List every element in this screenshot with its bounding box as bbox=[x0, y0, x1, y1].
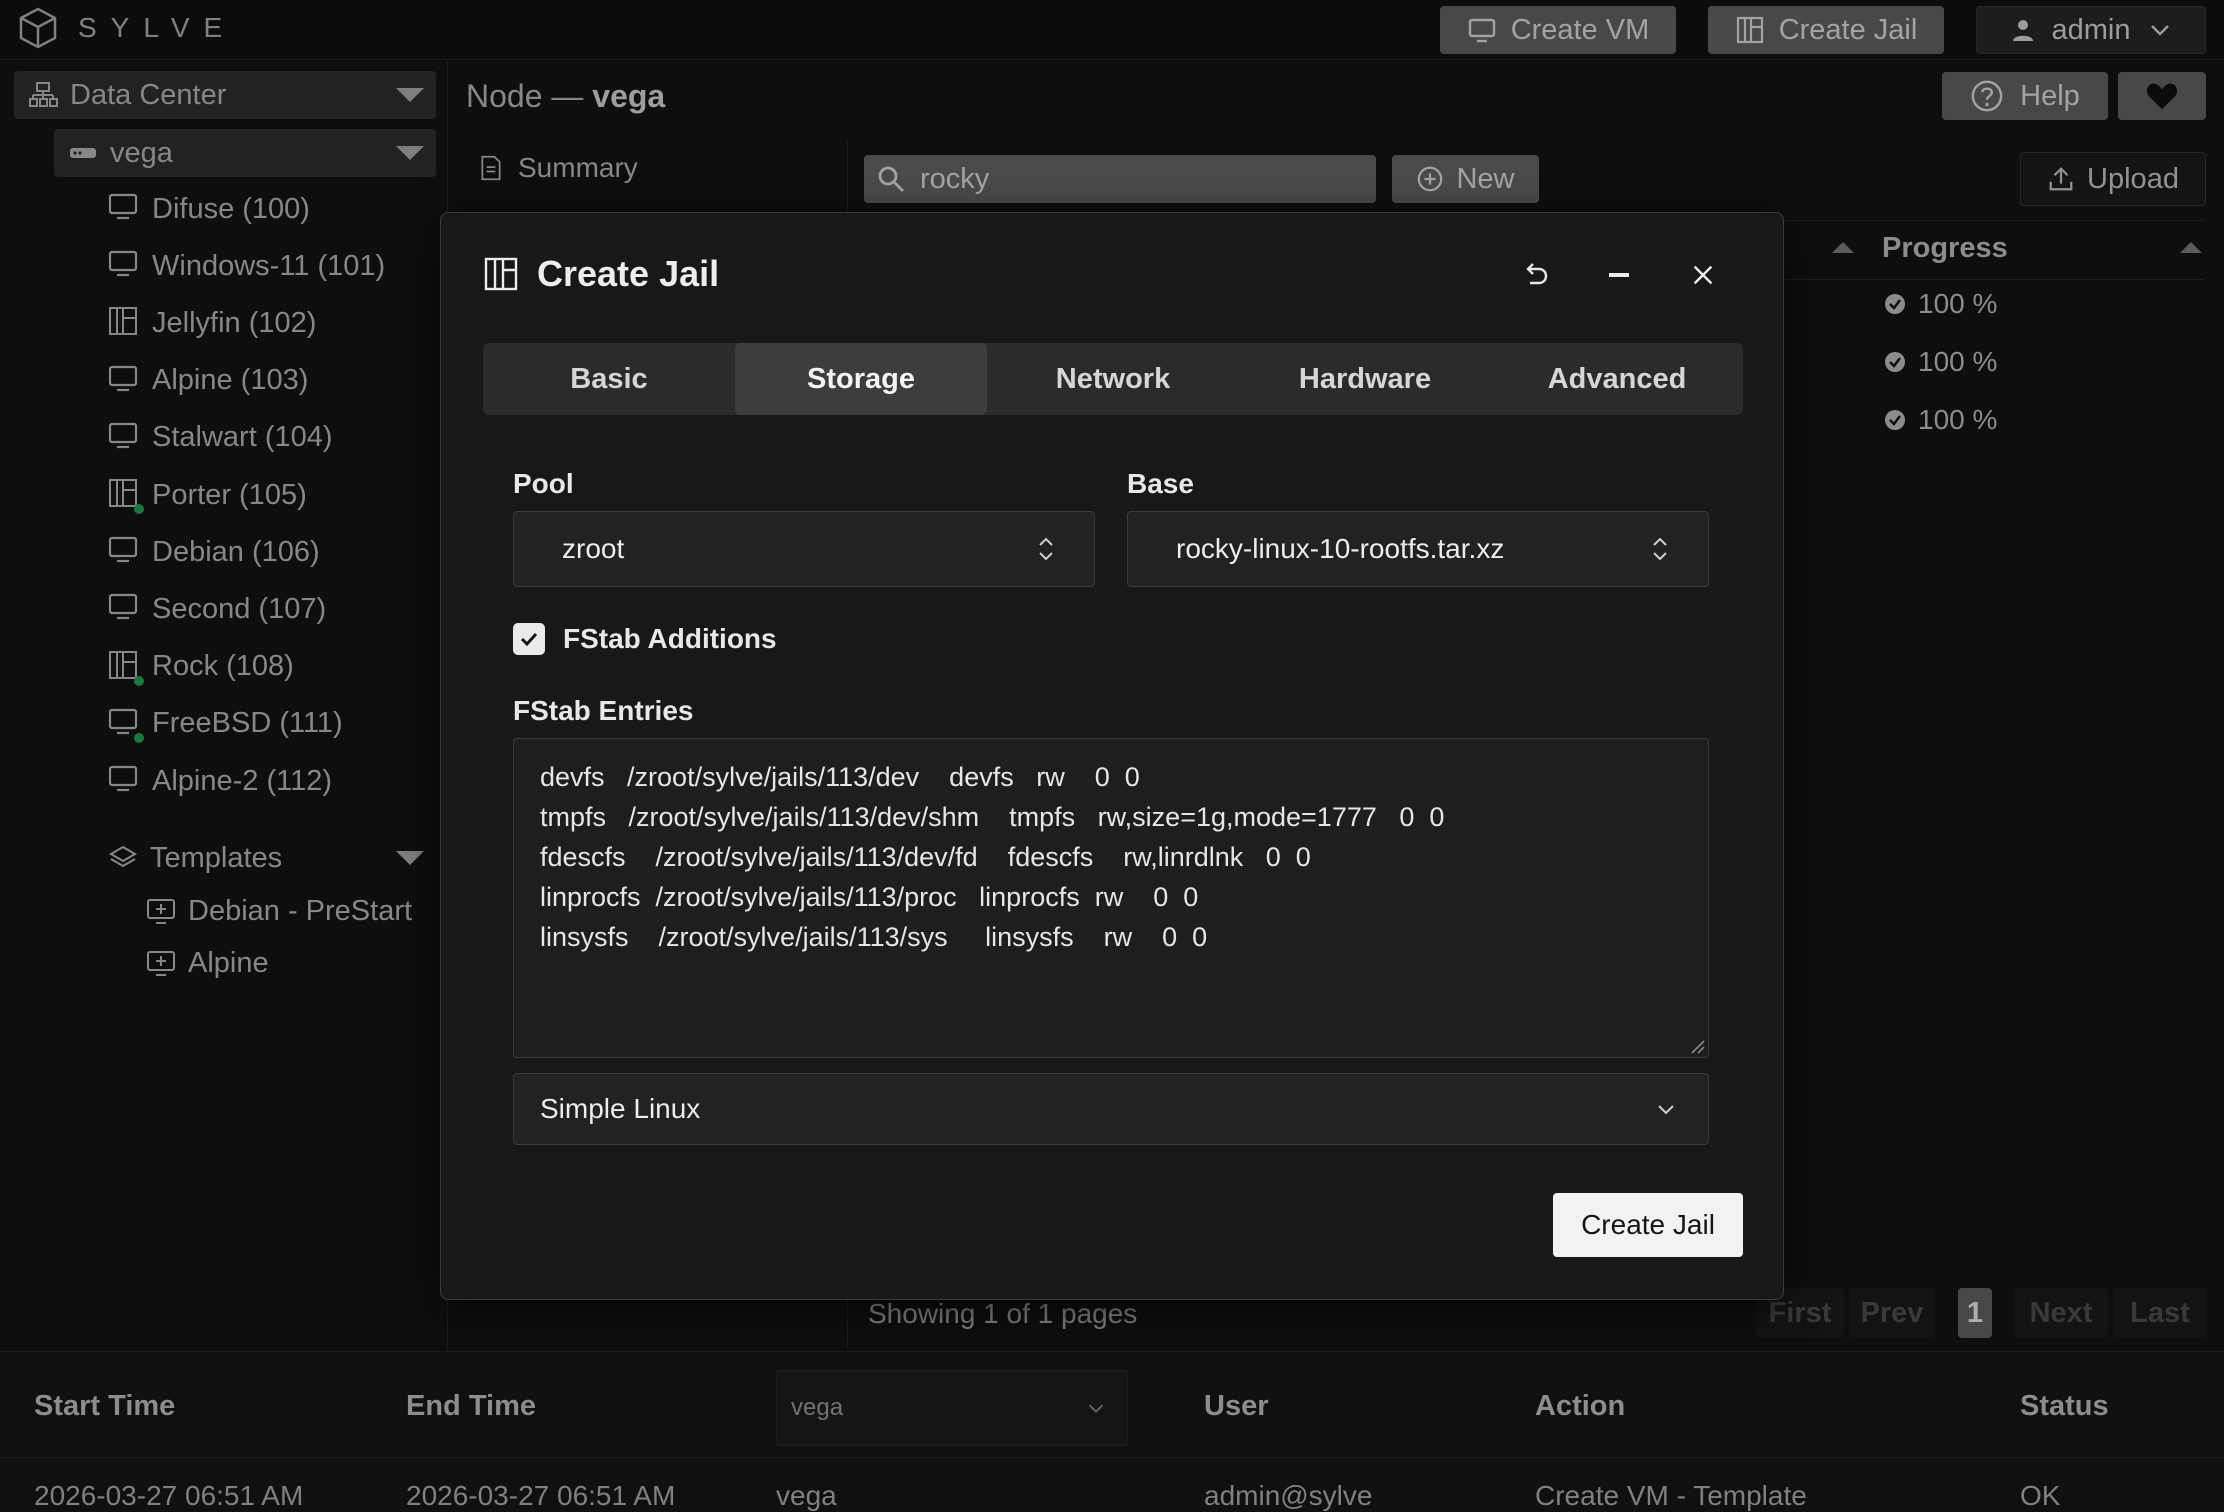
chevron-updown-icon bbox=[1039, 537, 1053, 561]
fstab-additions-label[interactable]: FStab Additions bbox=[563, 623, 777, 655]
base-select-value: rocky-linux-10-rootfs.tar.xz bbox=[1176, 533, 1505, 564]
dialog-title-text: Create Jail bbox=[537, 253, 720, 294]
chevron-updown-icon bbox=[1653, 537, 1667, 561]
tab-network[interactable]: Network bbox=[987, 343, 1239, 415]
tab-storage[interactable]: Storage bbox=[735, 343, 987, 415]
fstab-additions-checkbox[interactable] bbox=[513, 623, 545, 655]
minimize-icon bbox=[1609, 273, 1629, 277]
resize-handle-icon[interactable] bbox=[1684, 1033, 1706, 1055]
reset-button[interactable] bbox=[1515, 255, 1555, 295]
fstab-entries-label: FStab Entries bbox=[513, 695, 694, 726]
pool-label: Pool bbox=[513, 468, 574, 499]
fstab-preset-select[interactable]: Simple Linux bbox=[513, 1073, 1709, 1145]
tab-basic[interactable]: Basic bbox=[483, 343, 735, 415]
create-jail-submit-button[interactable]: Create Jail bbox=[1553, 1193, 1743, 1257]
close-icon bbox=[1693, 265, 1713, 285]
fstab-entries-textarea[interactable]: devfs /zroot/sylve/jails/113/dev devfs r… bbox=[513, 738, 1709, 1058]
check-icon bbox=[520, 632, 538, 647]
dialog-tabs: Basic Storage Network Hardware Advanced bbox=[483, 343, 1743, 415]
dialog-title: Create Jail bbox=[483, 253, 719, 295]
tab-advanced[interactable]: Advanced bbox=[1491, 343, 1743, 415]
base-select[interactable]: rocky-linux-10-rootfs.tar.xz bbox=[1127, 511, 1709, 587]
fstab-line: tmpfs /zroot/sylve/jails/113/dev/shm tmp… bbox=[540, 802, 1445, 832]
fstab-line: devfs /zroot/sylve/jails/113/dev devfs r… bbox=[540, 762, 1140, 792]
fstab-line: linprocfs /zroot/sylve/jails/113/proc li… bbox=[540, 882, 1199, 912]
jail-icon bbox=[484, 257, 518, 291]
pool-select-value: zroot bbox=[562, 533, 625, 564]
undo-icon bbox=[1526, 263, 1548, 285]
fstab-preset-value: Simple Linux bbox=[540, 1093, 701, 1124]
tab-hardware[interactable]: Hardware bbox=[1239, 343, 1491, 415]
fstab-line: linsysfs /zroot/sylve/jails/113/sys lins… bbox=[540, 922, 1208, 952]
fstab-line: fdescfs /zroot/sylve/jails/113/dev/fd fd… bbox=[540, 842, 1311, 872]
close-button[interactable] bbox=[1683, 255, 1723, 295]
create-jail-dialog: Create Jail Basic Storage Network Hardwa… bbox=[440, 212, 1784, 1300]
minimize-button[interactable] bbox=[1599, 255, 1639, 295]
pool-select[interactable]: zroot bbox=[513, 511, 1095, 587]
base-label: Base bbox=[1127, 468, 1194, 499]
chevron-down-icon bbox=[1658, 1105, 1674, 1115]
